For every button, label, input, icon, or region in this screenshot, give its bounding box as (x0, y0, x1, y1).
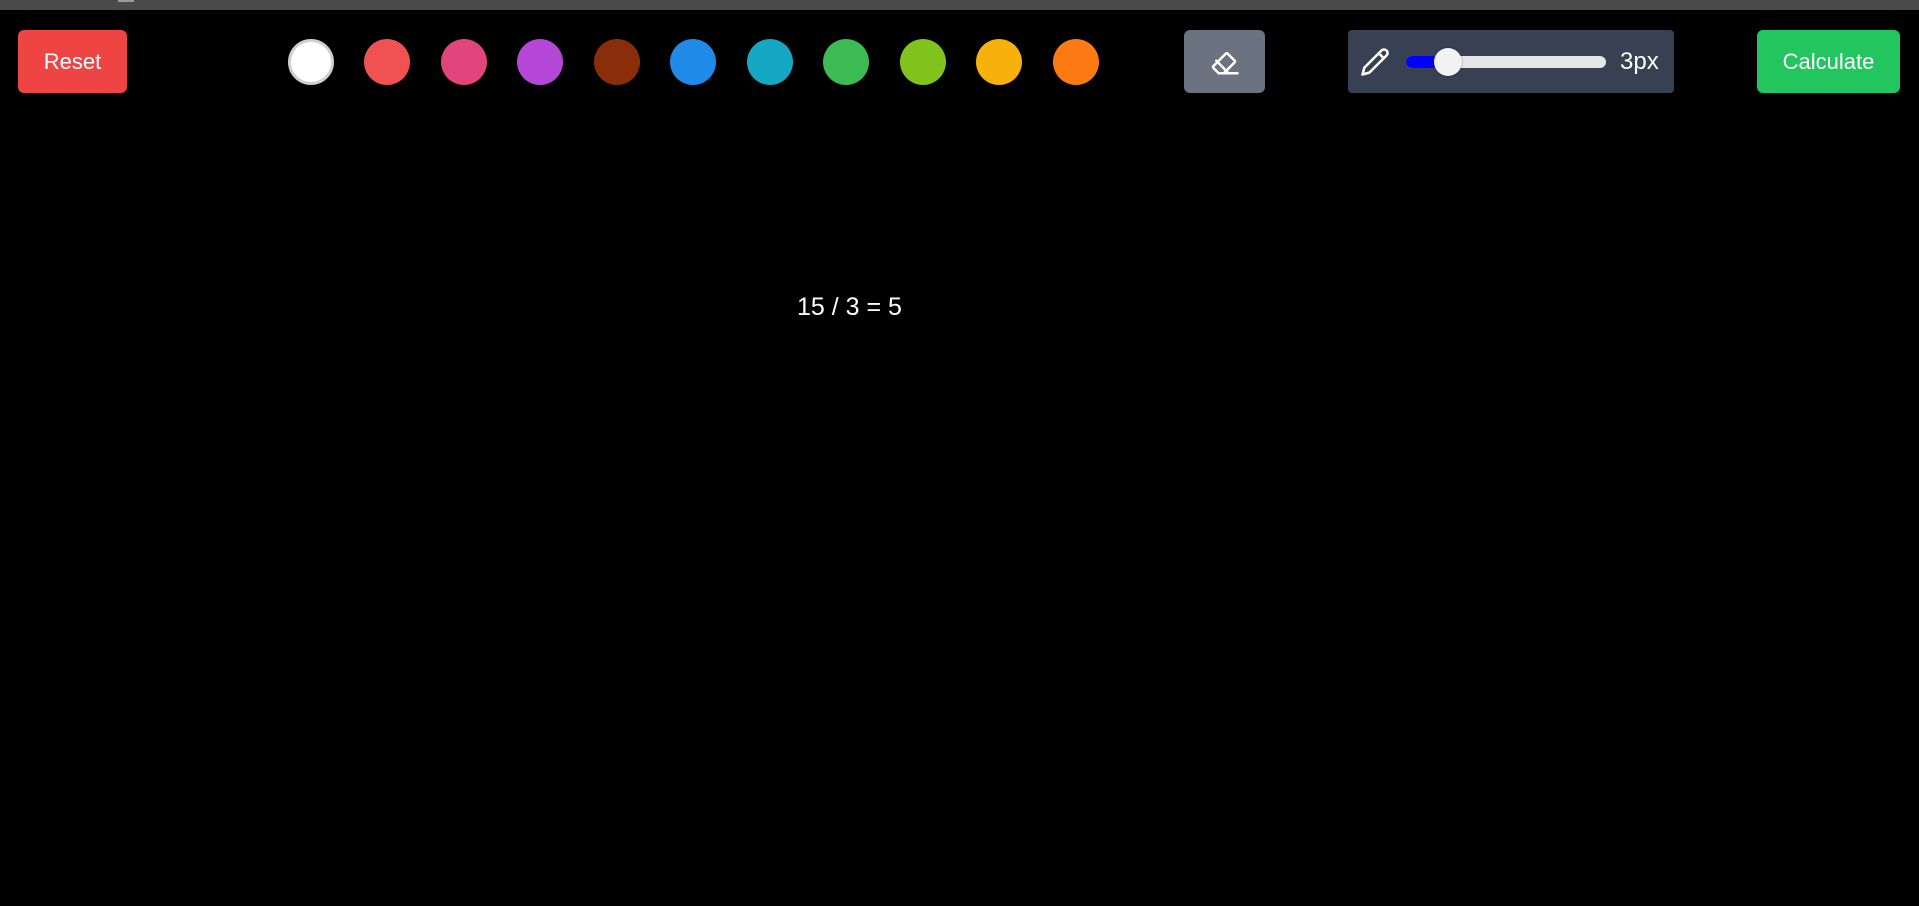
brush-size-label: 3px (1620, 48, 1659, 75)
color-swatch-red[interactable] (364, 39, 410, 85)
calculate-button[interactable]: Calculate (1757, 30, 1900, 93)
color-swatch-white[interactable] (288, 39, 334, 85)
brush-size-panel: 3px (1348, 30, 1674, 93)
drawing-canvas[interactable] (0, 100, 1919, 906)
color-swatch-lime[interactable] (900, 39, 946, 85)
reset-button[interactable]: Reset (18, 30, 127, 93)
color-swatch-black[interactable] (211, 39, 257, 85)
window-top-strip (0, 0, 1919, 10)
color-swatch-purple[interactable] (517, 39, 563, 85)
eraser-button[interactable] (1184, 30, 1265, 93)
color-swatch-amber[interactable] (976, 39, 1022, 85)
color-swatch-green[interactable] (823, 39, 869, 85)
brush-size-slider-thumb[interactable] (1433, 48, 1462, 76)
pencil-icon (1361, 48, 1389, 76)
brush-size-slider[interactable] (1406, 48, 1606, 76)
color-swatch-blue[interactable] (670, 39, 716, 85)
eraser-icon (1211, 51, 1239, 74)
window-tab-marker (118, 0, 134, 2)
color-swatch-cyan[interactable] (747, 39, 793, 85)
result-text: 15 / 3 = 5 (797, 293, 902, 321)
color-swatch-brown[interactable] (594, 39, 640, 85)
color-swatch-orange[interactable] (1053, 39, 1099, 85)
color-swatch-pink[interactable] (441, 39, 487, 85)
